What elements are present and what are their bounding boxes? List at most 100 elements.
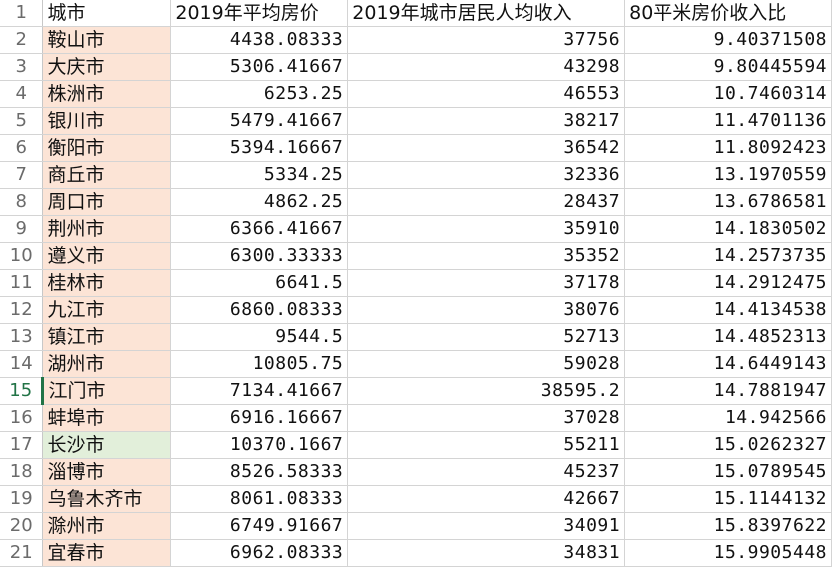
cell-ratio[interactable]: 11.8092423: [624, 134, 832, 162]
row-header[interactable]: 1: [0, 0, 44, 27]
row-header[interactable]: 21: [0, 539, 44, 567]
header-cell-city[interactable]: 城市: [42, 0, 172, 27]
cell-income[interactable]: 35352: [347, 242, 626, 270]
cell-income[interactable]: 34831: [347, 539, 626, 567]
cell-income[interactable]: 38217: [347, 107, 626, 135]
cell-city[interactable]: 镇江市: [42, 323, 172, 351]
cell-price[interactable]: 8061.08333: [170, 485, 349, 513]
cell-price[interactable]: 5306.41667: [170, 53, 349, 81]
cell-income[interactable]: 28437: [347, 188, 626, 216]
cell-city[interactable]: 遵义市: [42, 242, 172, 270]
cell-price[interactable]: 5479.41667: [170, 107, 349, 135]
cell-income[interactable]: 45237: [347, 458, 626, 486]
cell-city[interactable]: 滁州市: [42, 512, 172, 540]
cell-price[interactable]: 4438.08333: [170, 26, 349, 54]
cell-city[interactable]: 淄博市: [42, 458, 172, 486]
cell-ratio[interactable]: 14.2912475: [624, 269, 832, 297]
cell-income[interactable]: 37756: [347, 26, 626, 54]
cell-city[interactable]: 湖州市: [42, 350, 172, 378]
cell-city[interactable]: 鞍山市: [42, 26, 172, 54]
cell-price[interactable]: 5394.16667: [170, 134, 349, 162]
cell-price[interactable]: 6860.08333: [170, 296, 349, 324]
cell-price[interactable]: 10805.75: [170, 350, 349, 378]
cell-city[interactable]: 江门市: [42, 377, 172, 405]
cell-income[interactable]: 46553: [347, 80, 626, 108]
row-header[interactable]: 8: [0, 188, 44, 216]
cell-income[interactable]: 35910: [347, 215, 626, 243]
cell-price[interactable]: 6253.25: [170, 80, 349, 108]
cell-ratio[interactable]: 9.40371508: [624, 26, 832, 54]
cell-ratio[interactable]: 9.80445594: [624, 53, 832, 81]
cell-city[interactable]: 长沙市: [42, 431, 172, 459]
header-cell-ratio[interactable]: 80平米房价收入比: [624, 0, 832, 27]
cell-city[interactable]: 九江市: [42, 296, 172, 324]
row-header[interactable]: 7: [0, 161, 44, 189]
cell-price[interactable]: 6366.41667: [170, 215, 349, 243]
cell-ratio[interactable]: 14.2573735: [624, 242, 832, 270]
cell-ratio[interactable]: 15.9905448: [624, 539, 832, 567]
cell-price[interactable]: 7134.41667: [170, 377, 349, 405]
cell-income[interactable]: 38595.2: [347, 377, 626, 405]
cell-ratio[interactable]: 14.1830502: [624, 215, 832, 243]
cell-city[interactable]: 蚌埠市: [42, 404, 172, 432]
row-header[interactable]: 18: [0, 458, 44, 486]
cell-income[interactable]: 59028: [347, 350, 626, 378]
cell-price[interactable]: 10370.1667: [170, 431, 349, 459]
header-cell-income[interactable]: 2019年城市居民人均收入: [347, 0, 626, 27]
cell-ratio[interactable]: 15.1144132: [624, 485, 832, 513]
cell-price[interactable]: 6641.5: [170, 269, 349, 297]
cell-income[interactable]: 42667: [347, 485, 626, 513]
row-header[interactable]: 4: [0, 80, 44, 108]
cell-income[interactable]: 32336: [347, 161, 626, 189]
row-header[interactable]: 13: [0, 323, 44, 351]
row-header[interactable]: 3: [0, 53, 44, 81]
cell-price[interactable]: 4862.25: [170, 188, 349, 216]
cell-income[interactable]: 52713: [347, 323, 626, 351]
cell-price[interactable]: 5334.25: [170, 161, 349, 189]
cell-ratio[interactable]: 11.4701136: [624, 107, 832, 135]
row-header[interactable]: 6: [0, 134, 44, 162]
cell-ratio[interactable]: 14.4134538: [624, 296, 832, 324]
row-header[interactable]: 15: [0, 377, 45, 405]
cell-city[interactable]: 宜春市: [42, 539, 172, 567]
cell-income[interactable]: 34091: [347, 512, 626, 540]
row-header[interactable]: 16: [0, 404, 44, 432]
row-header[interactable]: 20: [0, 512, 44, 540]
cell-price[interactable]: 8526.58333: [170, 458, 349, 486]
cell-ratio[interactable]: 13.1970559: [624, 161, 832, 189]
cell-ratio[interactable]: 14.4852313: [624, 323, 832, 351]
cell-income[interactable]: 37028: [347, 404, 626, 432]
cell-price[interactable]: 9544.5: [170, 323, 349, 351]
cell-ratio[interactable]: 10.7460314: [624, 80, 832, 108]
cell-price[interactable]: 6962.08333: [170, 539, 349, 567]
cell-city[interactable]: 银川市: [42, 107, 172, 135]
cell-income[interactable]: 37178: [347, 269, 626, 297]
cell-city[interactable]: 桂林市: [42, 269, 172, 297]
cell-income[interactable]: 43298: [347, 53, 626, 81]
row-header[interactable]: 9: [0, 215, 44, 243]
cell-city[interactable]: 荆州市: [42, 215, 172, 243]
cell-city[interactable]: 株洲市: [42, 80, 172, 108]
cell-ratio[interactable]: 15.8397622: [624, 512, 832, 540]
cell-income[interactable]: 38076: [347, 296, 626, 324]
cell-income[interactable]: 36542: [347, 134, 626, 162]
cell-ratio[interactable]: 14.6449143: [624, 350, 832, 378]
cell-income[interactable]: 55211: [347, 431, 626, 459]
cell-ratio[interactable]: 14.942566: [624, 404, 832, 432]
row-header[interactable]: 5: [0, 107, 44, 135]
row-header[interactable]: 2: [0, 26, 44, 54]
cell-ratio[interactable]: 15.0789545: [624, 458, 832, 486]
cell-city[interactable]: 乌鲁木齐市: [42, 485, 172, 513]
row-header[interactable]: 11: [0, 269, 44, 297]
cell-city[interactable]: 周口市: [42, 188, 172, 216]
cell-city[interactable]: 商丘市: [42, 161, 172, 189]
cell-city[interactable]: 衡阳市: [42, 134, 172, 162]
cell-price[interactable]: 6300.33333: [170, 242, 349, 270]
row-header[interactable]: 17: [0, 431, 44, 459]
row-header[interactable]: 14: [0, 350, 44, 378]
row-header[interactable]: 10: [0, 242, 44, 270]
cell-ratio[interactable]: 13.6786581: [624, 188, 832, 216]
cell-city[interactable]: 大庆市: [42, 53, 172, 81]
cell-ratio[interactable]: 15.0262327: [624, 431, 832, 459]
row-header[interactable]: 12: [0, 296, 44, 324]
